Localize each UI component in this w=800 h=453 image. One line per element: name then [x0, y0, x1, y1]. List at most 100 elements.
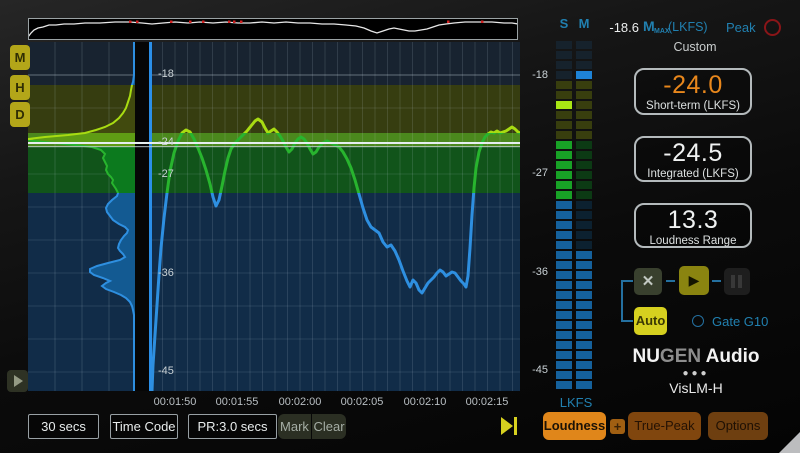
x-icon: ✕: [642, 273, 655, 290]
pr-button[interactable]: PR:3.0 secs: [188, 414, 277, 439]
overview-strip[interactable]: [28, 18, 518, 40]
timecode-button[interactable]: Time Code: [110, 414, 178, 439]
zone-band: [28, 42, 520, 85]
meter-segment-s: [556, 241, 572, 249]
meter-segment-s: [556, 281, 572, 289]
options-button[interactable]: Options: [708, 412, 768, 440]
view-button-h[interactable]: H: [10, 75, 30, 100]
loudness-tab-button[interactable]: Loudness: [543, 412, 606, 440]
integrated-readout[interactable]: -24.5 Integrated (LKFS): [634, 136, 752, 182]
meter-segment-s: [556, 51, 572, 59]
skip-to-end-bar[interactable]: [514, 417, 517, 435]
meter-segment-s: [556, 221, 572, 229]
meter-segment-s: [556, 341, 572, 349]
meter-segment-m: [576, 151, 592, 159]
gate-radio[interactable]: [692, 315, 704, 327]
meter-segment-m: [576, 131, 592, 139]
mmax-m-label: M: [643, 18, 655, 34]
meter-segment-s: [556, 361, 572, 369]
meter-segment-m: [576, 321, 592, 329]
meter-segment-s: [556, 131, 572, 139]
meter-segment-m: [576, 71, 592, 79]
meter-segment-s: [556, 211, 572, 219]
meter-segment-m: [576, 251, 592, 259]
gate-label[interactable]: Gate G10: [712, 314, 768, 329]
meter-scale-label: -27: [526, 167, 548, 179]
loudness-history-graph[interactable]: [28, 42, 520, 391]
meter-segment-m: [576, 191, 592, 199]
pause-icon: [731, 275, 735, 288]
pause-icon: [738, 275, 742, 288]
meter-segment-m: [576, 361, 592, 369]
graph-value-label: -24: [158, 136, 174, 148]
over-marker: [170, 21, 173, 24]
over-marker: [189, 21, 192, 24]
window-length-button[interactable]: 30 secs: [28, 414, 99, 439]
view-button-m[interactable]: M: [10, 45, 30, 70]
meter-segment-s: [556, 71, 572, 79]
integrated-value: -24.5: [636, 140, 750, 167]
integrated-label: Integrated (LKFS): [636, 167, 750, 181]
meter-segment-s: [556, 231, 572, 239]
meter-segment-s: [556, 321, 572, 329]
meter-segment-s: [556, 251, 572, 259]
meter-segment-s: [556, 271, 572, 279]
brand-logo: NUGEN Audio: [600, 346, 792, 368]
play-button[interactable]: ▶: [679, 266, 709, 295]
brand-audio: Audio: [701, 346, 759, 367]
meter-segment-s: [556, 291, 572, 299]
meter-segment-m: [576, 311, 592, 319]
meter-scale-label: -45: [526, 364, 548, 376]
meter-segment-m: [576, 41, 592, 49]
loudness-range-label: Loudness Range: [636, 234, 750, 248]
over-marker: [447, 21, 450, 24]
over-marker: [129, 21, 132, 24]
bracket-line-bottom: [621, 320, 633, 322]
peak-indicator[interactable]: [764, 19, 781, 36]
peak-label: Peak: [726, 20, 756, 35]
auto-button[interactable]: Auto: [634, 307, 667, 335]
connector-dash-1: [666, 280, 675, 282]
resize-grip[interactable]: [779, 432, 800, 453]
meter-segment-m: [576, 211, 592, 219]
mmax-unit-label: (LKFS): [668, 20, 708, 34]
meter-segment-s: [556, 121, 572, 129]
clear-button[interactable]: Clear: [312, 414, 346, 439]
connector-dash-2: [712, 280, 721, 282]
meter-segment-s: [556, 151, 572, 159]
view-button-d[interactable]: D: [10, 102, 30, 127]
play-icon: ▶: [689, 272, 700, 288]
meter-segment-s: [556, 381, 572, 389]
loudness-range-readout[interactable]: 13.3 Loudness Range: [634, 203, 752, 248]
bracket-line-vert: [621, 280, 623, 322]
truepeak-tab-button[interactable]: True-Peak: [628, 412, 701, 440]
meter-segment-m: [576, 91, 592, 99]
meter-segment-s: [556, 111, 572, 119]
zone-band: [28, 193, 520, 391]
meter-segment-m: [576, 241, 592, 249]
history-start-line: [149, 42, 152, 391]
meter-segment-m: [576, 81, 592, 89]
meter-segment-s: [556, 91, 572, 99]
skip-to-end-icon[interactable]: [501, 417, 513, 435]
meter-segment-m: [576, 381, 592, 389]
meter-segment-m: [576, 351, 592, 359]
stop-reset-button[interactable]: ✕: [634, 268, 662, 295]
brand-gen: GEN: [660, 346, 701, 367]
overview-waveform: [29, 19, 517, 39]
meter-segment-m: [576, 161, 592, 169]
meter-segment-s: [556, 311, 572, 319]
brand-nu: NU: [632, 346, 659, 367]
meter-segment-m: [576, 281, 592, 289]
vislm-plugin-window: -18-24-27-36-4500:01:5000:01:5500:02:000…: [0, 0, 800, 453]
brand-dots: ●●●: [600, 368, 792, 379]
short-term-readout[interactable]: -24.0 Short-term (LKFS): [634, 68, 752, 115]
add-meter-button[interactable]: +: [610, 419, 625, 434]
preset-label[interactable]: Custom: [600, 40, 790, 54]
pause-button[interactable]: [724, 268, 750, 295]
histogram-play-button[interactable]: [7, 370, 28, 392]
graph-time-label: 00:02:15: [457, 396, 517, 408]
meter-scale-label: -36: [526, 266, 548, 278]
mark-button[interactable]: Mark: [278, 414, 311, 439]
graph-time-label: 00:02:00: [270, 396, 330, 408]
